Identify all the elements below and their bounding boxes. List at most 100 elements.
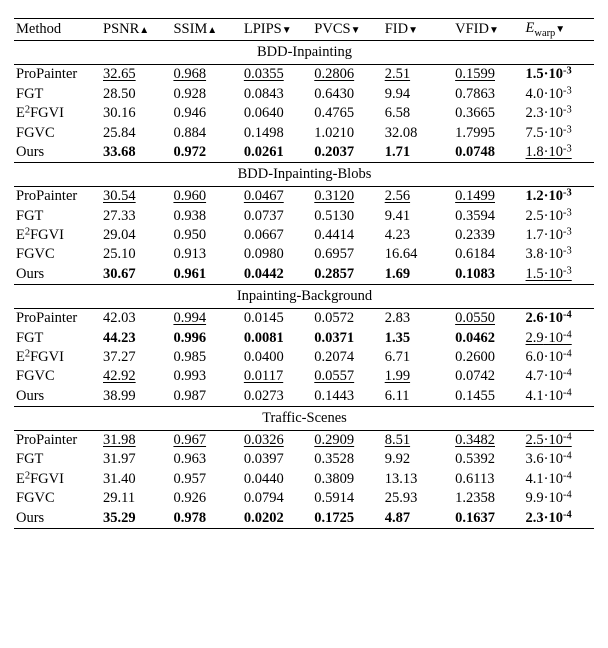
- cell-method: Ours: [14, 387, 101, 407]
- cell-fid: 16.64: [383, 245, 453, 264]
- cell-ssim: 0.961: [171, 265, 241, 285]
- table-row: ProPainter32.650.9680.03550.28062.510.15…: [14, 65, 594, 85]
- cell-ewarp: 1.5·10-3: [524, 265, 594, 285]
- cell-pvcs: 0.2806: [312, 65, 382, 85]
- cell-psnr: 28.50: [101, 85, 171, 104]
- cell-method: FGT: [14, 450, 101, 469]
- table-row: ProPainter42.030.9940.01450.05722.830.05…: [14, 309, 594, 329]
- cell-method: FGVC: [14, 367, 101, 386]
- cell-fid: 2.83: [383, 309, 453, 329]
- cell-fid: 2.56: [383, 187, 453, 207]
- cell-vfid: 0.3594: [453, 207, 523, 226]
- cell-ssim: 0.963: [171, 450, 241, 469]
- cell-pvcs: 0.3809: [312, 470, 382, 489]
- cell-ewarp: 9.9·10-4: [524, 489, 594, 508]
- cell-ewarp: 2.3·10-4: [524, 508, 594, 528]
- cell-psnr: 38.99: [101, 387, 171, 407]
- cell-psnr: 27.33: [101, 207, 171, 226]
- col-psnr: PSNR▲: [101, 19, 171, 41]
- cell-vfid: 0.7863: [453, 85, 523, 104]
- cell-fid: 13.13: [383, 470, 453, 489]
- table-row: FGT28.500.9280.08430.64309.940.78634.0·1…: [14, 85, 594, 104]
- cell-ssim: 0.960: [171, 187, 241, 207]
- section-header: Inpainting-Background: [14, 285, 594, 309]
- cell-fid: 2.51: [383, 65, 453, 85]
- cell-method: E2FGVI: [14, 348, 101, 367]
- cell-vfid: 0.1599: [453, 65, 523, 85]
- cell-pvcs: 0.3120: [312, 187, 382, 207]
- cell-ewarp: 1.2·10-3: [524, 187, 594, 207]
- down-icon: ▼: [351, 25, 361, 36]
- cell-method: ProPainter: [14, 187, 101, 207]
- section-header: Traffic-Scenes: [14, 406, 594, 430]
- cell-pvcs: 0.2037: [312, 143, 382, 163]
- cell-pvcs: 0.4765: [312, 104, 382, 123]
- table-row: FGVC25.840.8840.14981.021032.081.79957.5…: [14, 123, 594, 142]
- cell-lpips: 0.0117: [242, 367, 312, 386]
- section-header: BDD-Inpainting-Blobs: [14, 163, 594, 187]
- cell-ewarp: 2.3·10-3: [524, 104, 594, 123]
- cell-fid: 9.94: [383, 85, 453, 104]
- cell-ewarp: 2.5·10-3: [524, 207, 594, 226]
- cell-psnr: 37.27: [101, 348, 171, 367]
- cell-ssim: 0.987: [171, 387, 241, 407]
- cell-vfid: 0.0550: [453, 309, 523, 329]
- cell-method: FGT: [14, 207, 101, 226]
- cell-lpips: 0.0440: [242, 470, 312, 489]
- cell-lpips: 0.0400: [242, 348, 312, 367]
- cell-method: ProPainter: [14, 430, 101, 450]
- cell-ssim: 0.913: [171, 245, 241, 264]
- section-title: Inpainting-Background: [14, 285, 594, 309]
- table-row: Ours38.990.9870.02730.14436.110.14554.1·…: [14, 387, 594, 407]
- cell-fid: 4.23: [383, 226, 453, 245]
- cell-method: Ours: [14, 265, 101, 285]
- table-row: ProPainter30.540.9600.04670.31202.560.14…: [14, 187, 594, 207]
- cell-psnr: 30.16: [101, 104, 171, 123]
- cell-pvcs: 0.0371: [312, 328, 382, 347]
- up-icon: ▲: [139, 25, 149, 36]
- down-icon: ▼: [555, 24, 565, 35]
- cell-fid: 6.71: [383, 348, 453, 367]
- cell-ewarp: 2.6·10-4: [524, 309, 594, 329]
- results-table: Method PSNR▲ SSIM▲ LPIPS▼ PVCS▼ FID▼ VFI…: [14, 18, 594, 529]
- cell-lpips: 0.0667: [242, 226, 312, 245]
- cell-psnr: 29.04: [101, 226, 171, 245]
- cell-psnr: 30.67: [101, 265, 171, 285]
- cell-psnr: 30.54: [101, 187, 171, 207]
- col-fid: FID▼: [383, 19, 453, 41]
- cell-ssim: 0.994: [171, 309, 241, 329]
- cell-ewarp: 4.0·10-3: [524, 85, 594, 104]
- cell-ssim: 0.985: [171, 348, 241, 367]
- cell-method: ProPainter: [14, 309, 101, 329]
- cell-vfid: 1.7995: [453, 123, 523, 142]
- cell-psnr: 35.29: [101, 508, 171, 528]
- cell-ewarp: 4.1·10-4: [524, 387, 594, 407]
- cell-lpips: 0.0202: [242, 508, 312, 528]
- cell-fid: 9.41: [383, 207, 453, 226]
- cell-pvcs: 0.1443: [312, 387, 382, 407]
- down-icon: ▼: [489, 25, 499, 36]
- cell-method: Ours: [14, 143, 101, 163]
- cell-ewarp: 4.7·10-4: [524, 367, 594, 386]
- cell-lpips: 0.0442: [242, 265, 312, 285]
- cell-ssim: 0.978: [171, 508, 241, 528]
- cell-psnr: 33.68: [101, 143, 171, 163]
- cell-pvcs: 0.4414: [312, 226, 382, 245]
- cell-method: ProPainter: [14, 65, 101, 85]
- cell-fid: 6.11: [383, 387, 453, 407]
- cell-ssim: 0.950: [171, 226, 241, 245]
- cell-method: FGT: [14, 85, 101, 104]
- section-title: Traffic-Scenes: [14, 406, 594, 430]
- cell-psnr: 44.23: [101, 328, 171, 347]
- cell-vfid: 0.1455: [453, 387, 523, 407]
- cell-psnr: 31.40: [101, 470, 171, 489]
- cell-ssim: 0.928: [171, 85, 241, 104]
- down-icon: ▼: [408, 25, 418, 36]
- table-row: Ours33.680.9720.02610.20371.710.07481.8·…: [14, 143, 594, 163]
- table-row: E2FGVI30.160.9460.06400.47656.580.36652.…: [14, 104, 594, 123]
- cell-ssim: 0.938: [171, 207, 241, 226]
- cell-fid: 1.69: [383, 265, 453, 285]
- cell-method: FGVC: [14, 123, 101, 142]
- cell-lpips: 0.0355: [242, 65, 312, 85]
- cell-pvcs: 0.0572: [312, 309, 382, 329]
